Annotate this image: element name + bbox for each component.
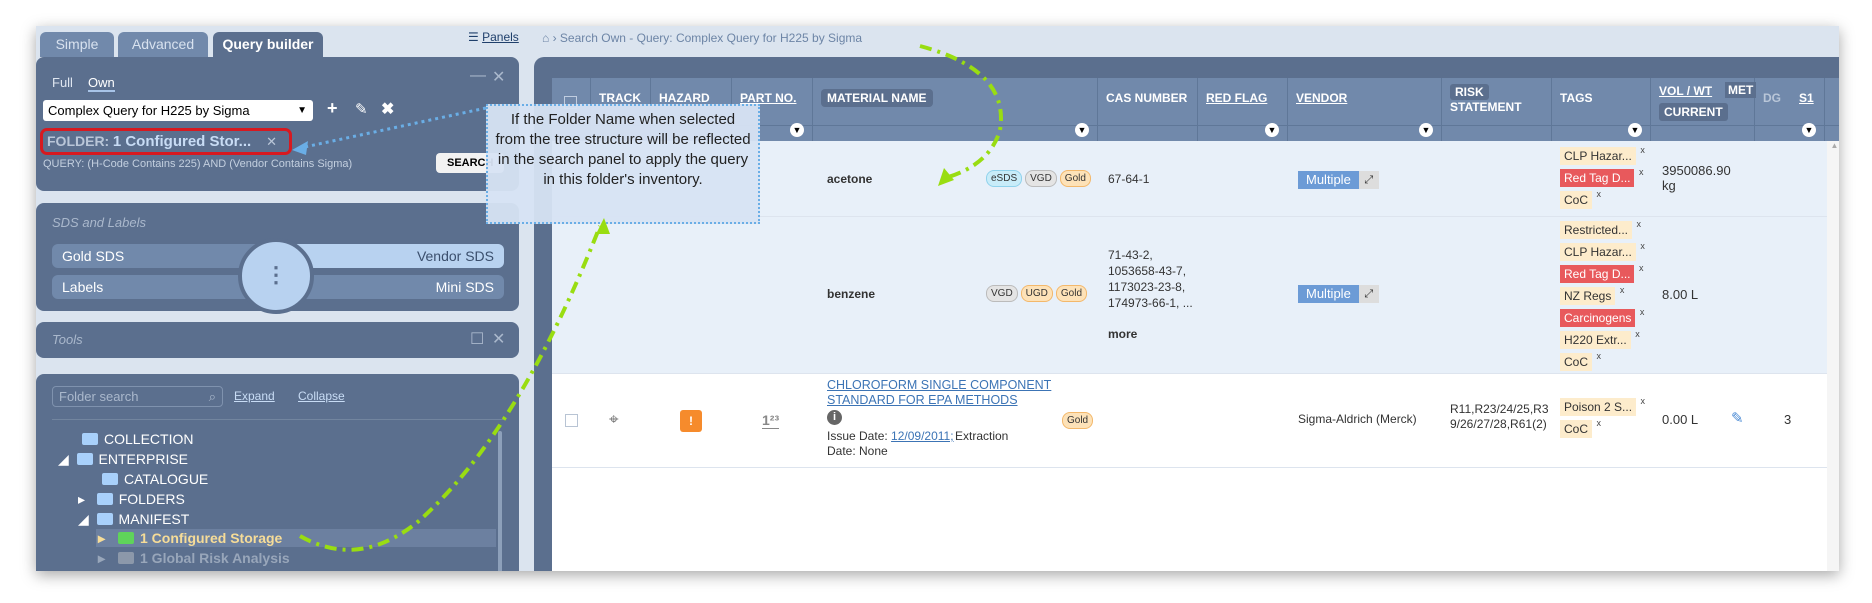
- green-arrow: [299, 225, 602, 552]
- arrow-head-icon: [292, 141, 308, 155]
- green-arrow: [919, 44, 1003, 180]
- blue-arrow: [299, 106, 487, 150]
- annotation-arrows: [292, 44, 1003, 552]
